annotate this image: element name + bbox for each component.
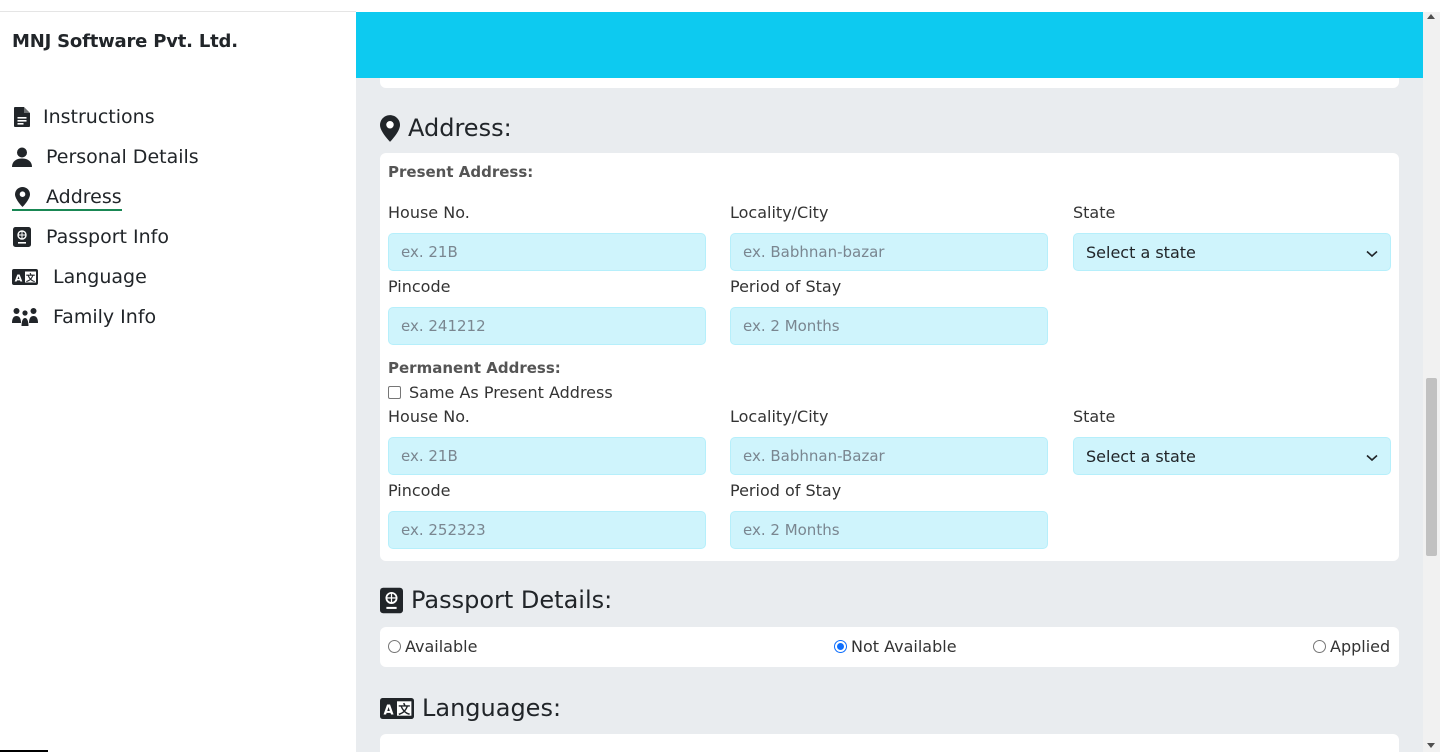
header-banner — [356, 12, 1423, 78]
svg-text:A: A — [15, 274, 23, 285]
svg-text:文: 文 — [398, 702, 410, 716]
present-state-value: Select a state — [1086, 242, 1196, 262]
family-icon — [12, 307, 38, 327]
map-pin-icon — [380, 114, 400, 142]
permanent-pincode-input[interactable] — [388, 511, 706, 549]
permanent-state-value: Select a state — [1086, 446, 1196, 466]
scroll-thumb[interactable] — [1426, 378, 1437, 556]
radio-label: Available — [405, 637, 478, 656]
radio-button[interactable] — [1313, 640, 1326, 653]
checkbox-box[interactable] — [388, 386, 401, 399]
radio-label: Not Available — [851, 637, 957, 656]
address-title: Address: — [408, 114, 512, 142]
present-city-label: Locality/City — [730, 203, 829, 222]
address-section-title: Address: — [380, 114, 512, 142]
permanent-address-heading: Permanent Address: — [388, 359, 561, 377]
vertical-scrollbar[interactable] — [1423, 12, 1440, 752]
sidebar-item-label: Personal Details — [46, 146, 199, 168]
scroll-down-arrow-icon[interactable] — [1427, 743, 1435, 748]
sidebar-item-label: Language — [53, 266, 147, 288]
language-icon: A文 — [380, 697, 414, 719]
permanent-house-label: House No. — [388, 407, 470, 426]
permanent-house-input[interactable] — [388, 437, 706, 475]
main-content: Address: Present Address: House No. Loca… — [356, 12, 1423, 752]
sidebar-item-passport-info[interactable]: Passport Info — [12, 226, 169, 248]
languages-section-title: A文 Languages: — [380, 694, 561, 722]
user-icon — [12, 147, 32, 167]
present-period-label: Period of Stay — [730, 277, 842, 296]
passport-title: Passport Details: — [411, 586, 613, 614]
radio-button[interactable] — [834, 640, 847, 653]
present-pincode-label: Pincode — [388, 277, 451, 296]
chevron-down-icon — [1366, 447, 1378, 466]
sidebar-item-personal-details[interactable]: Personal Details — [12, 146, 199, 168]
sidebar-item-language[interactable]: A文 Language — [12, 266, 147, 288]
scroll-up-arrow-icon[interactable] — [1427, 14, 1435, 19]
passport-section-title: Passport Details: — [380, 586, 612, 614]
present-city-input[interactable] — [730, 233, 1048, 271]
sidebar: MNJ Software Pvt. Ltd. Instructions Pers… — [0, 0, 356, 752]
present-pincode-input[interactable] — [388, 307, 706, 345]
radio-label: Applied — [1330, 637, 1391, 656]
radio-not-available[interactable]: Not Available — [834, 637, 957, 656]
permanent-state-select[interactable]: Select a state — [1073, 437, 1391, 475]
file-icon — [12, 107, 32, 127]
sidebar-item-label: Instructions — [43, 106, 155, 128]
radio-applied[interactable]: Applied — [1313, 637, 1390, 656]
same-as-present-label: Same As Present Address — [409, 383, 613, 402]
present-house-label: House No. — [388, 203, 470, 222]
sidebar-item-instructions[interactable]: Instructions — [12, 106, 155, 128]
present-state-label: State — [1073, 203, 1116, 222]
map-pin-icon — [12, 187, 32, 207]
sidebar-item-address[interactable]: Address — [12, 186, 122, 211]
present-state-select[interactable]: Select a state — [1073, 233, 1391, 271]
languages-card — [380, 734, 1399, 752]
same-as-present-checkbox[interactable]: Same As Present Address — [388, 383, 613, 402]
present-house-input[interactable] — [388, 233, 706, 271]
passport-icon — [12, 227, 32, 247]
sidebar-item-label: Address — [46, 186, 122, 208]
languages-title: Languages: — [422, 694, 562, 722]
radio-available[interactable]: Available — [388, 637, 477, 656]
address-card: Present Address: House No. Locality/City… — [380, 153, 1399, 561]
sidebar-item-label: Passport Info — [46, 226, 169, 248]
svg-text:A: A — [383, 703, 394, 718]
passport-icon — [380, 587, 403, 614]
present-address-heading: Present Address: — [388, 163, 534, 181]
top-divider — [0, 11, 356, 12]
present-period-input[interactable] — [730, 307, 1048, 345]
svg-text:文: 文 — [25, 272, 36, 284]
permanent-city-input[interactable] — [730, 437, 1048, 475]
permanent-pincode-label: Pincode — [388, 481, 451, 500]
sidebar-item-family-info[interactable]: Family Info — [12, 306, 156, 328]
permanent-period-label: Period of Stay — [730, 481, 842, 500]
previous-card-bottom — [380, 78, 1399, 88]
permanent-state-label: State — [1073, 407, 1116, 426]
chevron-down-icon — [1366, 243, 1378, 262]
brand-name: MNJ Software Pvt. Ltd. — [12, 31, 238, 52]
permanent-city-label: Locality/City — [730, 407, 829, 426]
passport-card: Available Not Available Applied — [380, 627, 1399, 667]
permanent-period-input[interactable] — [730, 511, 1048, 549]
radio-button[interactable] — [388, 640, 401, 653]
language-icon: A文 — [12, 267, 38, 287]
sidebar-item-label: Family Info — [53, 306, 157, 328]
